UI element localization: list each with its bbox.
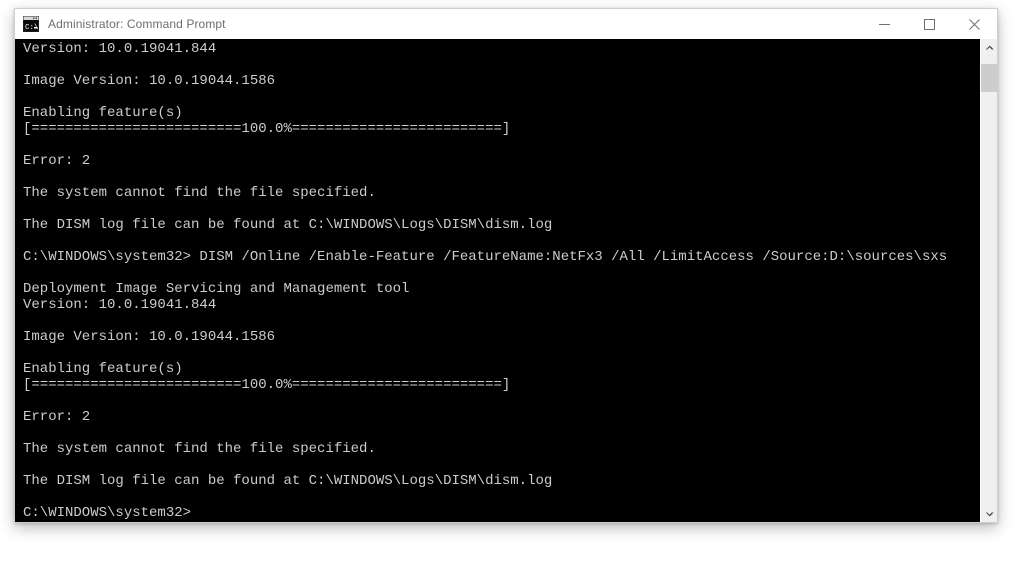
- close-button[interactable]: [952, 9, 997, 39]
- console-area: Version: 10.0.19041.844 Image Version: 1…: [15, 39, 997, 522]
- console-line: The DISM log file can be found at C:\WIN…: [23, 217, 553, 233]
- console-scrollbar[interactable]: [980, 39, 997, 522]
- console-output[interactable]: Version: 10.0.19041.844 Image Version: 1…: [15, 39, 980, 522]
- console-line: Deployment Image Servicing and Managemen…: [23, 281, 410, 297]
- console-line: Enabling feature(s): [23, 105, 183, 121]
- console-text-buffer: Version: 10.0.19041.844 Image Version: 1…: [23, 41, 980, 522]
- console-line: [=========================100.0%========…: [23, 377, 511, 393]
- console-line: Image Version: 10.0.19044.1586: [23, 329, 276, 345]
- titlebar-left: C:\ Administrator: Command Prompt: [15, 9, 862, 39]
- screen: C:\ Administrator: Command Prompt Versio…: [0, 0, 1029, 561]
- scrollbar-track[interactable]: [981, 56, 997, 505]
- console-line: Enabling feature(s): [23, 361, 183, 377]
- console-line: Error: 2: [23, 153, 91, 169]
- maximize-button[interactable]: [907, 9, 952, 39]
- console-line: The system cannot find the file specifie…: [23, 441, 376, 457]
- window-titlebar[interactable]: C:\ Administrator: Command Prompt: [15, 9, 997, 39]
- console-window-icon: C:\: [23, 16, 39, 32]
- console-line: The system cannot find the file specifie…: [23, 185, 376, 201]
- scrollbar-up-button[interactable]: [981, 39, 997, 56]
- console-line: Version: 10.0.19041.844: [23, 297, 217, 313]
- maximize-icon: [924, 18, 935, 30]
- scrollbar-down-button[interactable]: [981, 505, 997, 522]
- window-controls: [862, 9, 997, 39]
- minimize-icon: [879, 23, 890, 25]
- chevron-up-icon: [985, 45, 993, 49]
- window-title: Administrator: Command Prompt: [48, 17, 226, 31]
- chevron-down-icon: [985, 512, 993, 516]
- command-prompt-window: C:\ Administrator: Command Prompt Versio…: [14, 8, 998, 523]
- console-line: The DISM log file can be found at C:\WIN…: [23, 473, 553, 489]
- close-icon: [969, 18, 980, 30]
- console-line: Version: 10.0.19041.844: [23, 41, 217, 57]
- console-line: Error: 2: [23, 409, 91, 425]
- console-line: Image Version: 10.0.19044.1586: [23, 73, 276, 89]
- minimize-button[interactable]: [862, 9, 907, 39]
- console-line: [=========================100.0%========…: [23, 121, 511, 137]
- scrollbar-thumb[interactable]: [981, 64, 997, 92]
- console-line: C:\WINDOWS\system32> DISM /Online /Enabl…: [23, 249, 948, 265]
- console-line: C:\WINDOWS\system32>: [23, 505, 192, 521]
